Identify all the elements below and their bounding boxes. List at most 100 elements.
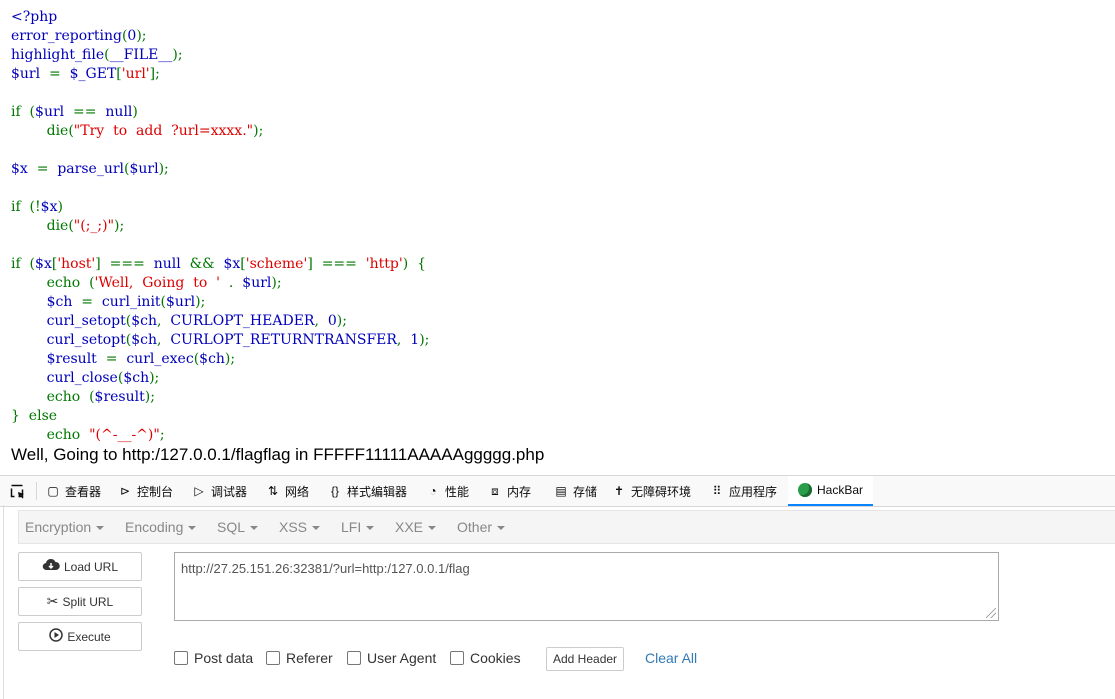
code-token: = <box>49 66 70 82</box>
load-url-button[interactable]: Load URL <box>18 552 142 581</box>
caret-down-icon <box>366 526 375 531</box>
tab-memory[interactable]: ⧈ 内存 <box>488 476 531 506</box>
code-token: "(^-__-^)" <box>89 427 160 443</box>
code-token: , <box>396 332 411 348</box>
code-token: if ( <box>11 256 36 272</box>
checkbox-box[interactable] <box>450 651 464 665</box>
tab-label: 查看器 <box>65 484 102 499</box>
add-header-button[interactable]: Add Header <box>546 647 625 671</box>
tab-label: 网络 <box>285 484 310 499</box>
code-token: <?php <box>11 9 58 25</box>
tab-label: 样式编辑器 <box>347 484 408 499</box>
url-textarea[interactable]: http://27.25.151.26:32381/?url=http:/127… <box>174 552 999 621</box>
checkbox-referer[interactable]: Referer <box>266 650 333 666</box>
caret-down-icon <box>497 526 506 531</box>
toolbar-divider <box>36 482 37 500</box>
split-url-button[interactable]: ✂ Split URL <box>18 587 142 616</box>
code-token: 'Well, Going to ' <box>94 275 229 291</box>
checkbox-box[interactable] <box>266 651 280 665</box>
code-token: $ch <box>11 294 82 310</box>
clear-all-link[interactable]: Clear All <box>645 650 697 666</box>
code-line: } else <box>11 407 429 426</box>
tab-label: 控制台 <box>137 484 174 499</box>
code-token: ); <box>149 370 160 386</box>
checkbox-box[interactable] <box>347 651 361 665</box>
inspector-icon: ▢ <box>47 484 59 498</box>
code-line: $url = $_GET['url']; <box>11 65 429 84</box>
tab-performance[interactable]: ◔ 性能 <box>426 476 469 506</box>
tab-console[interactable]: ⊳ 控制台 <box>118 476 173 506</box>
code-line: $x = parse_url($url); <box>11 160 429 179</box>
code-token: == <box>73 104 106 120</box>
console-icon: ⊳ <box>119 484 131 498</box>
code-token: . <box>228 275 243 291</box>
code-token: ; <box>159 427 165 443</box>
style-editor-icon: {} <box>330 484 339 498</box>
execute-button[interactable]: Execute <box>18 622 142 651</box>
checkbox-label: Post data <box>194 650 254 666</box>
code-token: $x <box>11 161 37 177</box>
code-token: parse_url <box>57 161 125 177</box>
menu-encryption[interactable]: Encryption <box>25 519 105 535</box>
element-picker-button[interactable] <box>10 476 24 506</box>
code-line: echo ('Well, Going to ' . $url); <box>11 274 429 293</box>
code-token: curl_setopt <box>11 332 126 348</box>
checkbox-post-data[interactable]: Post data <box>174 650 253 666</box>
checkbox-box[interactable] <box>174 651 188 665</box>
code-token: $ch <box>131 332 157 348</box>
tab-network[interactable]: ⇅ 网络 <box>266 476 309 506</box>
tab-debugger[interactable]: ▷ 调试器 <box>192 476 247 506</box>
tab-label: 调试器 <box>211 484 248 499</box>
php-source-code: <?php error_reporting(0); highlight_file(_… <box>11 8 429 445</box>
application-icon: ⠿ <box>712 484 722 498</box>
checkbox-cookies[interactable]: Cookies <box>450 650 521 666</box>
code-line: error_reporting(0); <box>11 27 429 46</box>
tab-label: 性能 <box>445 484 470 499</box>
tab-hackbar[interactable]: HackBar <box>788 476 874 506</box>
tab-storage[interactable]: ▤ 存储 <box>554 476 597 506</box>
code-token: ); <box>114 218 125 234</box>
play-circle-icon <box>49 628 64 645</box>
code-token: $url <box>242 275 272 291</box>
tab-accessibility[interactable]: ✝ 无障碍环境 <box>612 476 691 506</box>
menu-encoding[interactable]: Encoding <box>125 519 197 535</box>
code-token: $x <box>40 199 58 215</box>
resize-handle-icon[interactable] <box>986 608 996 618</box>
menu-lfi[interactable]: LFI <box>341 519 375 535</box>
menu-other[interactable]: Other <box>457 519 506 535</box>
code-token: = <box>81 294 102 310</box>
tab-inspector[interactable]: ▢ 查看器 <box>46 476 101 506</box>
code-token: = <box>36 161 58 177</box>
tab-application[interactable]: ⠿ 应用程序 <box>710 476 777 506</box>
tab-label: 内存 <box>507 484 532 499</box>
menu-label: Encoding <box>125 519 184 535</box>
menu-sql[interactable]: SQL <box>217 519 259 535</box>
menu-xss[interactable]: XSS <box>279 519 321 535</box>
code-line: highlight_file(__FILE__); <box>11 46 429 65</box>
network-icon: ⇅ <box>267 484 279 498</box>
tab-style-editor[interactable]: {} 样式编辑器 <box>328 476 407 506</box>
code-line: die("(;_;)"); <box>11 217 429 236</box>
checkbox-label: Referer <box>286 650 333 666</box>
code-token: ); <box>158 161 169 177</box>
memory-icon: ⧈ <box>491 484 499 498</box>
code-line: echo "(^-__-^)"; <box>11 426 429 445</box>
code-token: CURLOPT_HEADER <box>170 313 315 329</box>
page-output-text: Well, Going to http:/127.0.0.1/flagflag … <box>11 445 545 464</box>
code-token: ]; <box>149 66 160 82</box>
code-token: 'http' <box>365 256 403 272</box>
code-line: $result = curl_exec($ch); <box>11 350 429 369</box>
panel-border <box>3 505 4 699</box>
code-token: curl_exec <box>126 351 194 367</box>
code-line: die("Try to add ?url=xxxx."); <box>11 122 429 141</box>
code-token: curl_setopt <box>11 313 126 329</box>
code-token: , <box>314 313 328 329</box>
code-line: if ($url == null) <box>11 103 429 122</box>
menu-xxe[interactable]: XXE <box>395 519 437 535</box>
code-token: curl_init <box>101 294 161 310</box>
checkbox-label: Cookies <box>470 650 521 666</box>
code-token: echo ( <box>11 389 95 405</box>
checkbox-user-agent[interactable]: User Agent <box>347 650 436 666</box>
code-token: __FILE__ <box>109 47 173 63</box>
